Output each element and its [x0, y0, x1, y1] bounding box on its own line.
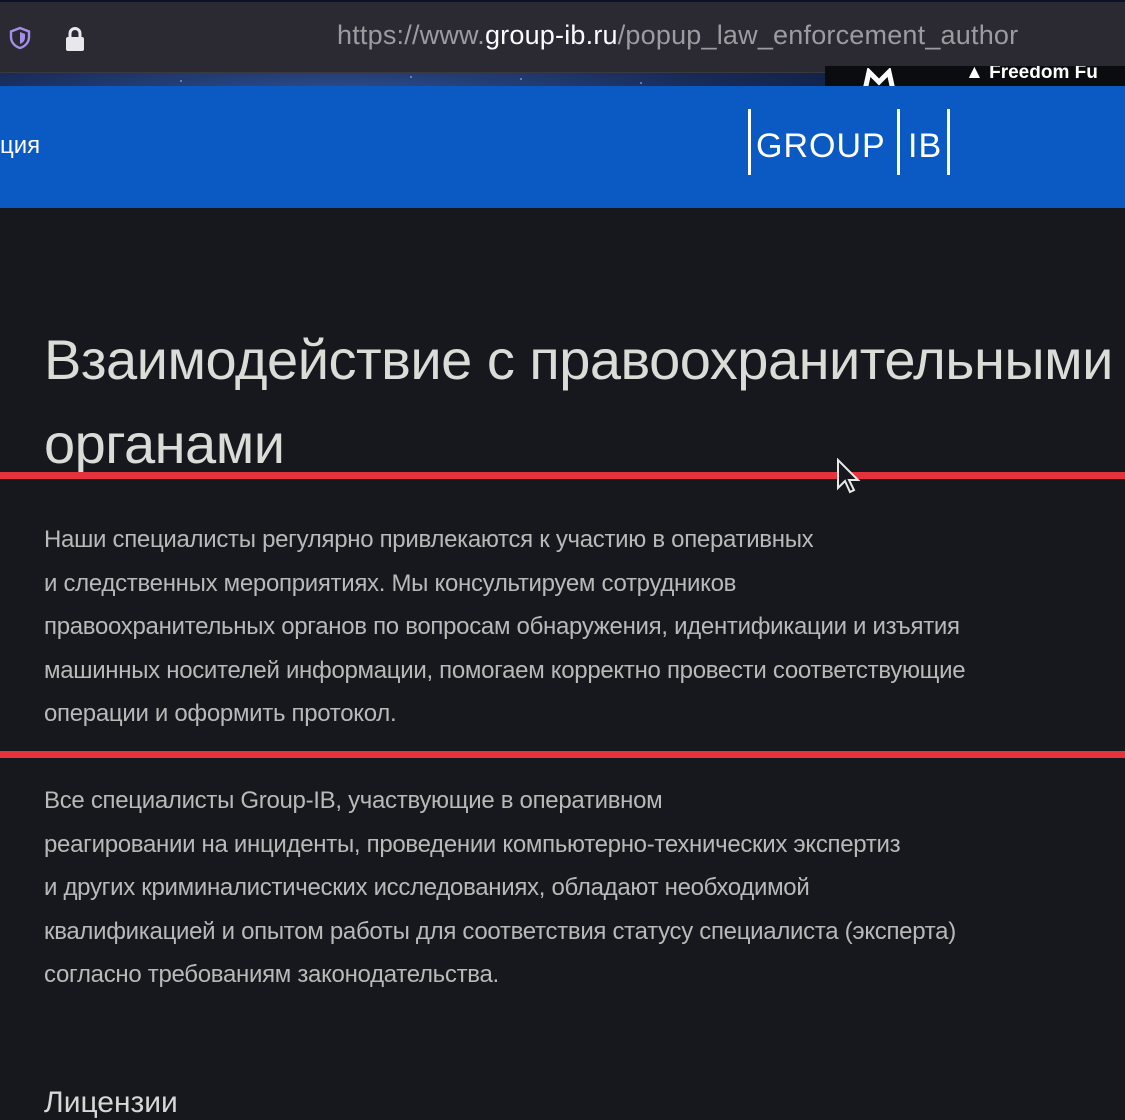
paragraph-line: квалификацией и опытом работы для соотве… [44, 917, 956, 945]
paragraph-line: Все специалисты Group-IB, участвующие в … [44, 787, 663, 814]
logo-bar [947, 109, 950, 175]
url-domain: group-ib.ru [484, 20, 618, 50]
url-prefix: https://www. [337, 20, 485, 50]
paragraph-specialists: Все специалисты Group-IB, участвующие в … [44, 779, 956, 997]
logo-bar [748, 109, 751, 175]
bookmark-label[interactable]: ▲ Freedom Fu [965, 66, 1098, 84]
paragraph-line: согласно требованиям законодательства. [44, 961, 499, 988]
licenses-heading: Лицензии [44, 1086, 178, 1119]
title-line-1: Взаимодействие с правоохранительными [44, 328, 1113, 391]
nav-item[interactable]: ция [0, 132, 40, 160]
mouse-cursor-icon [837, 458, 861, 494]
background-star [410, 76, 412, 78]
lock-icon[interactable] [64, 26, 86, 52]
logo-text-group: GROUP [756, 127, 886, 165]
highlight-line-bottom [0, 751, 1125, 758]
bookmark-text: Freedom Fu [989, 66, 1098, 83]
url-text[interactable]: https://www.group-ib.ru/popup_law_enforc… [337, 20, 1018, 51]
browser-chrome: https://www.group-ib.ru/popup_law_enforc… [0, 0, 1125, 86]
paragraph-line: и следственных мероприятиях. Мы консульт… [44, 569, 737, 597]
logo-text-ib: IB [908, 127, 943, 165]
address-bar[interactable]: https://www.group-ib.ru/popup_law_enforc… [0, 2, 1125, 73]
page-title: Взаимодействие с правоохранительными орга… [44, 318, 1125, 486]
highlight-line-top [0, 472, 1125, 479]
paragraph-line: реагировании на инциденты, проведении ко… [44, 830, 901, 858]
url-path: /popup_law_enforcement_author [617, 20, 1019, 50]
background-star [180, 80, 182, 82]
fox-avatar-icon[interactable] [861, 68, 897, 86]
paragraph-cooperation: Наши специалисты регулярно привлекаются … [44, 518, 966, 736]
background-star [520, 78, 522, 80]
paragraph-line: Наши специалисты регулярно привлекаются … [44, 526, 814, 553]
group-ib-logo[interactable]: GROUP IB [748, 109, 952, 175]
bookmark-toolbar: ▲ Freedom Fu [825, 66, 1125, 86]
paragraph-line: правоохранительных органов по вопросам о… [44, 613, 960, 640]
paragraph-line: и других криминалистических исследования… [44, 874, 810, 901]
background-star [640, 82, 642, 84]
megaphone-icon: ▲ [965, 66, 984, 83]
shield-icon[interactable] [8, 26, 32, 50]
title-line-2: органами [44, 412, 285, 475]
paragraph-line: операции и оформить протокол. [44, 700, 397, 727]
site-header: ция GROUP IB [0, 86, 1125, 208]
logo-bar [897, 109, 900, 175]
paragraph-line: машинных носителей информации, помогаем … [44, 656, 966, 684]
